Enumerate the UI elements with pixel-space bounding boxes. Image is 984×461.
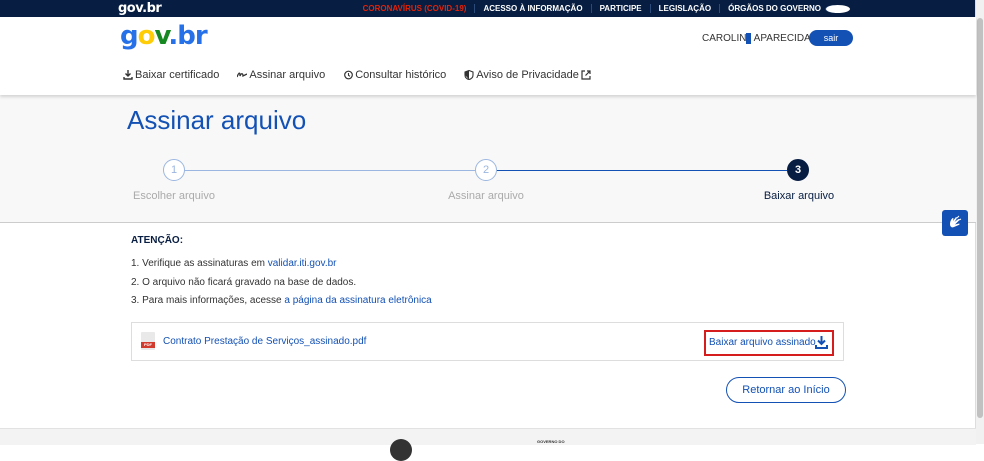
shield-icon — [464, 70, 474, 80]
item-1-text: 1. Verifique as assinaturas em — [131, 258, 268, 269]
pdf-file-icon: PDF — [141, 332, 155, 350]
file-name: Contrato Prestação de Serviços_assinado.… — [163, 336, 367, 347]
orgaos-label: ÓRGÃOS DO GOVERNO — [728, 4, 821, 13]
pdf-tag: PDF — [141, 342, 155, 348]
scrollbar-thumb[interactable] — [977, 18, 983, 418]
link-legislacao[interactable]: LEGISLAÇÃO — [649, 4, 719, 13]
page-hero: Assinar arquivo 1 2 3 Escolher arquivo A… — [0, 95, 976, 223]
logout-button[interactable]: sair — [809, 30, 853, 46]
nav-consultar-historico[interactable]: Consultar histórico — [343, 69, 446, 81]
download-icon — [815, 336, 828, 349]
sign-language-icon — [950, 215, 962, 228]
step-3-circle: 3 — [787, 159, 809, 181]
user-name-part1: CAROLIN — [702, 33, 747, 45]
download-icon — [123, 70, 133, 80]
attention-item-1: 1. Verifique as assinaturas em validar.i… — [131, 258, 337, 269]
footer: GOVERNO DO — [0, 428, 976, 461]
return-home-button[interactable]: Retornar ao Início — [726, 377, 846, 403]
attention-item-3: 3. Para mais informações, acesse a págin… — [131, 295, 432, 306]
attention-item-2: 2. O arquivo não ficará gravado na base … — [131, 277, 357, 288]
page-title: Assinar arquivo — [127, 105, 307, 135]
attention-heading: ATENÇÃO: — [131, 235, 184, 246]
footer-gov-text: GOVERNO DO — [537, 439, 565, 444]
external-link-icon — [581, 70, 591, 80]
item-3-text: 3. Para mais informações, acesse — [131, 295, 285, 306]
link-validar[interactable]: validar.iti.gov.br — [268, 258, 337, 269]
footer-emblem — [390, 439, 412, 461]
vertical-scrollbar[interactable] — [975, 0, 984, 444]
site-header: gov.br CAROLIN APARECIDA A.. sair Baixar… — [0, 17, 976, 95]
link-orgaos-governo[interactable]: ÓRGÃOS DO GOVERNO ⌄ — [719, 4, 858, 13]
nav-aviso-privacidade[interactable]: Aviso de Privacidade — [464, 69, 591, 81]
vlibras-button[interactable] — [942, 210, 968, 236]
step-2-circle: 2 — [475, 159, 497, 181]
nav-assinar-arquivo[interactable]: Assinar arquivo — [237, 69, 325, 81]
step-1-label: Escolher arquivo — [133, 190, 215, 202]
download-label: Baixar arquivo assinado — [709, 337, 816, 348]
download-signed-file-button[interactable]: Baixar arquivo assinado — [704, 330, 834, 356]
signature-icon — [237, 72, 248, 78]
user-name: CAROLIN APARECIDA A.. — [702, 33, 825, 44]
top-links: CORONAVÍRUS (COVID-19) ACESSO À INFORMAÇ… — [355, 0, 858, 17]
step-2-label: Assinar arquivo — [448, 190, 524, 202]
nav-label: Consultar histórico — [355, 69, 447, 81]
nav-label: Assinar arquivo — [249, 69, 326, 81]
govbr-small-logo[interactable]: gov.br — [118, 1, 162, 16]
link-pagina-assinatura[interactable]: a página da assinatura eletrônica — [284, 295, 431, 306]
file-row: PDF Contrato Prestação de Serviços_assin… — [131, 322, 844, 361]
govbr-logo[interactable]: gov.br — [120, 21, 208, 51]
nav-label: Baixar certificado — [135, 69, 220, 81]
step-3-label: Baixar arquivo — [763, 190, 835, 202]
top-bar: gov.br CORONAVÍRUS (COVID-19) ACESSO À I… — [0, 0, 976, 17]
main-nav: Baixar certificado Assinar arquivo Consu… — [123, 69, 591, 81]
progress-line-1 — [184, 170, 476, 171]
progress-line-2 — [497, 170, 787, 171]
step-1-circle: 1 — [163, 159, 185, 181]
chevron-down-icon: ⌄ — [825, 5, 850, 13]
link-participe[interactable]: PARTICIPE — [590, 4, 650, 13]
link-acesso-informacao[interactable]: ACESSO À INFORMAÇÃO — [474, 4, 590, 13]
nav-label: Aviso de Privacidade — [476, 69, 579, 81]
nav-baixar-certificado[interactable]: Baixar certificado — [123, 69, 219, 81]
history-icon — [344, 70, 354, 80]
link-coronavirus[interactable]: CORONAVÍRUS (COVID-19) — [355, 4, 475, 13]
